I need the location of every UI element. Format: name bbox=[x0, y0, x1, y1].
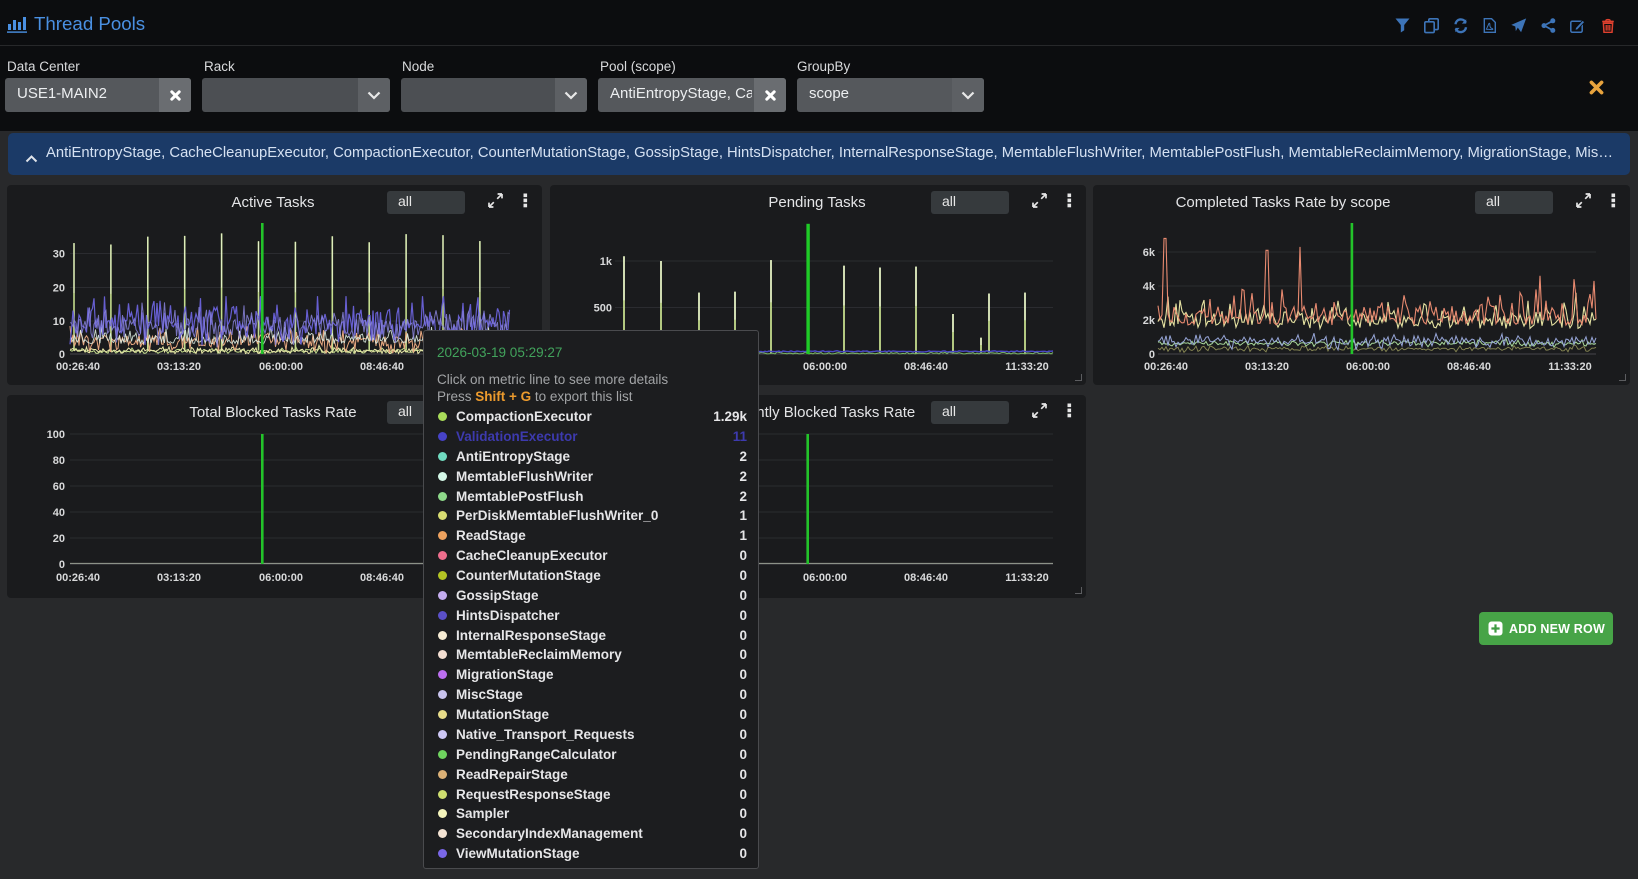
svg-text:60: 60 bbox=[53, 481, 65, 493]
svg-text:06:00:00: 06:00:00 bbox=[803, 361, 847, 373]
svg-text:0: 0 bbox=[1149, 349, 1155, 361]
svg-text:1k: 1k bbox=[600, 256, 613, 268]
svg-text:08:46:40: 08:46:40 bbox=[904, 361, 948, 373]
svg-text:0: 0 bbox=[59, 559, 65, 571]
svg-text:0: 0 bbox=[59, 349, 65, 361]
svg-text:06:00:00: 06:00:00 bbox=[1346, 361, 1390, 373]
svg-text:03:13:20: 03:13:20 bbox=[157, 361, 201, 373]
svg-text:20: 20 bbox=[53, 533, 65, 545]
svg-text:11:33:20: 11:33:20 bbox=[1005, 572, 1048, 584]
svg-text:40: 40 bbox=[53, 507, 65, 519]
svg-text:4k: 4k bbox=[1143, 281, 1156, 293]
svg-text:00:26:40: 00:26:40 bbox=[56, 361, 100, 373]
svg-text:30: 30 bbox=[53, 249, 65, 261]
svg-text:06:00:00: 06:00:00 bbox=[803, 572, 847, 584]
svg-text:11:33:20: 11:33:20 bbox=[1005, 361, 1048, 373]
svg-text:20: 20 bbox=[53, 283, 65, 295]
svg-text:08:46:40: 08:46:40 bbox=[360, 572, 404, 584]
svg-text:500: 500 bbox=[594, 303, 612, 315]
svg-text:08:46:40: 08:46:40 bbox=[904, 572, 948, 584]
svg-text:10: 10 bbox=[53, 316, 65, 328]
svg-text:06:00:00: 06:00:00 bbox=[259, 361, 303, 373]
svg-text:00:26:40: 00:26:40 bbox=[1144, 361, 1188, 373]
svg-text:80: 80 bbox=[53, 455, 65, 467]
svg-text:08:46:40: 08:46:40 bbox=[1447, 361, 1491, 373]
svg-text:11:33:20: 11:33:20 bbox=[1548, 361, 1591, 373]
svg-text:2k: 2k bbox=[1143, 315, 1156, 327]
svg-text:08:46:40: 08:46:40 bbox=[360, 361, 404, 373]
svg-text:00:26:40: 00:26:40 bbox=[56, 572, 100, 584]
svg-text:100: 100 bbox=[47, 429, 65, 441]
svg-text:03:13:20: 03:13:20 bbox=[157, 572, 201, 584]
svg-text:06:00:00: 06:00:00 bbox=[259, 572, 303, 584]
svg-text:03:13:20: 03:13:20 bbox=[1245, 361, 1289, 373]
svg-text:6k: 6k bbox=[1143, 247, 1156, 259]
